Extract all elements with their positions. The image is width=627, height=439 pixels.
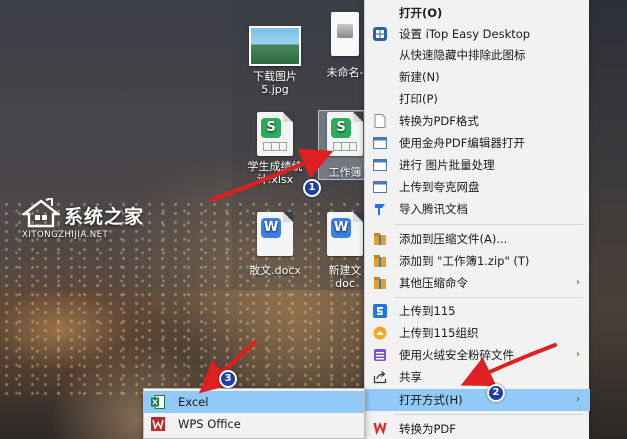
archive-icon <box>374 233 386 245</box>
menu-item-label: 共享 <box>399 370 422 384</box>
pdf-page-icon <box>374 114 386 128</box>
submenu-item-wps-office[interactable]: WPS Office <box>144 413 364 435</box>
menu-item-label: 上传到115组织 <box>399 326 479 340</box>
menu-item-upload-quark[interactable]: 上传到夸克网盘 <box>365 176 590 198</box>
desktop-right-strip <box>588 0 627 439</box>
image-thumbnail-icon <box>249 26 301 66</box>
context-menu: 打开(O) 设置 iTop Easy Desktop 从快速隐藏中排除此图标 新… <box>364 0 590 439</box>
menu-item-label: 上传到夸克网盘 <box>399 180 480 194</box>
menu-item-label: 使用金舟PDF编辑器打开 <box>399 136 525 150</box>
wps-sheet-badge-icon: S <box>331 118 351 138</box>
menu-item-add-to-archive[interactable]: 添加到压缩文件(A)... <box>365 228 590 250</box>
menu-item-label: 添加到压缩文件(A)... <box>399 232 508 246</box>
open-with-submenu: Excel WPS Office <box>143 388 365 439</box>
callout-number-3: 3 <box>219 370 237 388</box>
menu-item-add-to-zip[interactable]: 添加到 "工作簿1.zip" (T) <box>365 250 590 272</box>
chevron-right-icon: › <box>576 349 580 360</box>
menu-item-label: 导入腾讯文档 <box>399 202 468 216</box>
menu-item-convert-pdf-format[interactable]: 转换为PDF格式 <box>365 110 590 132</box>
menu-item-label: 上传到115 <box>399 304 456 318</box>
chevron-right-icon: › <box>576 277 580 288</box>
watermark-title: 系统之家 <box>64 206 145 228</box>
menu-item-new[interactable]: 新建(N) <box>365 66 590 88</box>
wps-sheet-badge-icon: S <box>261 118 281 138</box>
menu-item-other-compress[interactable]: 其他压缩命令 › <box>365 272 590 294</box>
menu-item-label: 设置 iTop Easy Desktop <box>399 27 531 41</box>
window-icon <box>373 159 387 171</box>
desktop-icon-student-xlsx[interactable]: S 学生成绩统 计.xlsx <box>240 112 310 186</box>
menu-item-label: 打开(O) <box>399 6 443 20</box>
desktop-icon-image-file[interactable]: 下载图片 5.jpg <box>240 26 310 96</box>
desktop-icon-label: 散文.docx <box>249 264 301 277</box>
menu-item-label: 从快速隐藏中排除此图标 <box>399 48 526 62</box>
submenu-item-label: WPS Office <box>178 417 241 431</box>
window-icon <box>373 181 387 193</box>
menu-item-label: 使用火绒安全粉碎文件 <box>399 348 514 362</box>
tencent-docs-icon <box>375 204 385 215</box>
menu-item-label: 进行 图片批量处理 <box>399 158 495 172</box>
spreadsheet-file-icon: S <box>327 112 363 156</box>
menu-item-convert-to-pdf[interactable]: 转换为PDF <box>365 418 590 439</box>
image-file-icon <box>331 12 359 56</box>
submenu-item-label: Excel <box>178 395 209 409</box>
chevron-right-icon: › <box>576 394 580 405</box>
share-icon <box>373 371 387 384</box>
window-icon <box>373 137 387 149</box>
submenu-item-excel[interactable]: Excel <box>144 391 364 413</box>
excel-icon <box>151 395 165 409</box>
wps-doc-badge-icon: W <box>261 218 281 238</box>
desktop-icon-label: 学生成绩统 计.xlsx <box>247 160 303 186</box>
menu-item-huorong-shred[interactable]: 使用火绒安全粉碎文件 › <box>365 344 590 366</box>
archive-icon <box>374 255 386 267</box>
wps-icon <box>151 417 165 431</box>
menu-item-exclude-quick-hide[interactable]: 从快速隐藏中排除此图标 <box>365 44 590 66</box>
cloud-115-org-icon <box>373 326 387 340</box>
menu-item-label: 新建(N) <box>399 70 440 84</box>
itop-icon <box>373 27 387 41</box>
menu-item-share[interactable]: 共享 <box>365 366 590 388</box>
menu-item-label: 其他压缩命令 <box>399 276 468 290</box>
menu-item-open-with[interactable]: 打开方式(H) › <box>365 389 590 411</box>
desktop-icon-label: 下载图片 5.jpg <box>253 70 297 96</box>
menu-item-upload-115[interactable]: 上传到115 <box>365 300 590 322</box>
menu-item-itop-settings[interactable]: 设置 iTop Easy Desktop <box>365 23 590 45</box>
menu-item-open[interactable]: 打开(O) <box>365 2 590 24</box>
document-file-icon: W <box>257 212 293 256</box>
wps-pdf-icon <box>373 422 387 435</box>
menu-item-label: 转换为PDF格式 <box>399 114 479 128</box>
cloud-115-icon <box>373 304 387 318</box>
menu-item-label: 打开方式(H) <box>399 393 463 407</box>
document-file-icon: W <box>327 212 363 256</box>
huorong-icon <box>374 349 386 361</box>
menu-item-label: 添加到 "工作簿1.zip" (T) <box>399 254 530 268</box>
menu-item-print[interactable]: 打印(P) <box>365 88 590 110</box>
house-logo-icon <box>22 198 60 228</box>
desktop-icon-essay-docx[interactable]: W 散文.docx <box>240 212 310 277</box>
spreadsheet-file-icon: S <box>257 112 293 156</box>
menu-item-batch-image[interactable]: 进行 图片批量处理 <box>365 154 590 176</box>
menu-item-label: 转换为PDF <box>399 422 456 436</box>
archive-icon <box>374 277 386 289</box>
menu-item-upload-115-org[interactable]: 上传到115组织 <box>365 322 590 344</box>
watermark-subtitle: XITONGZHIJIA.NET <box>22 230 109 240</box>
menu-item-import-tencent-docs[interactable]: 导入腾讯文档 <box>365 198 590 220</box>
callout-number-1: 1 <box>303 179 321 197</box>
menu-item-open-jinzhou-pdf[interactable]: 使用金舟PDF编辑器打开 <box>365 132 590 154</box>
menu-item-label: 打印(P) <box>399 92 438 106</box>
callout-number-2: 2 <box>487 384 505 402</box>
wps-doc-badge-icon: W <box>331 218 351 238</box>
